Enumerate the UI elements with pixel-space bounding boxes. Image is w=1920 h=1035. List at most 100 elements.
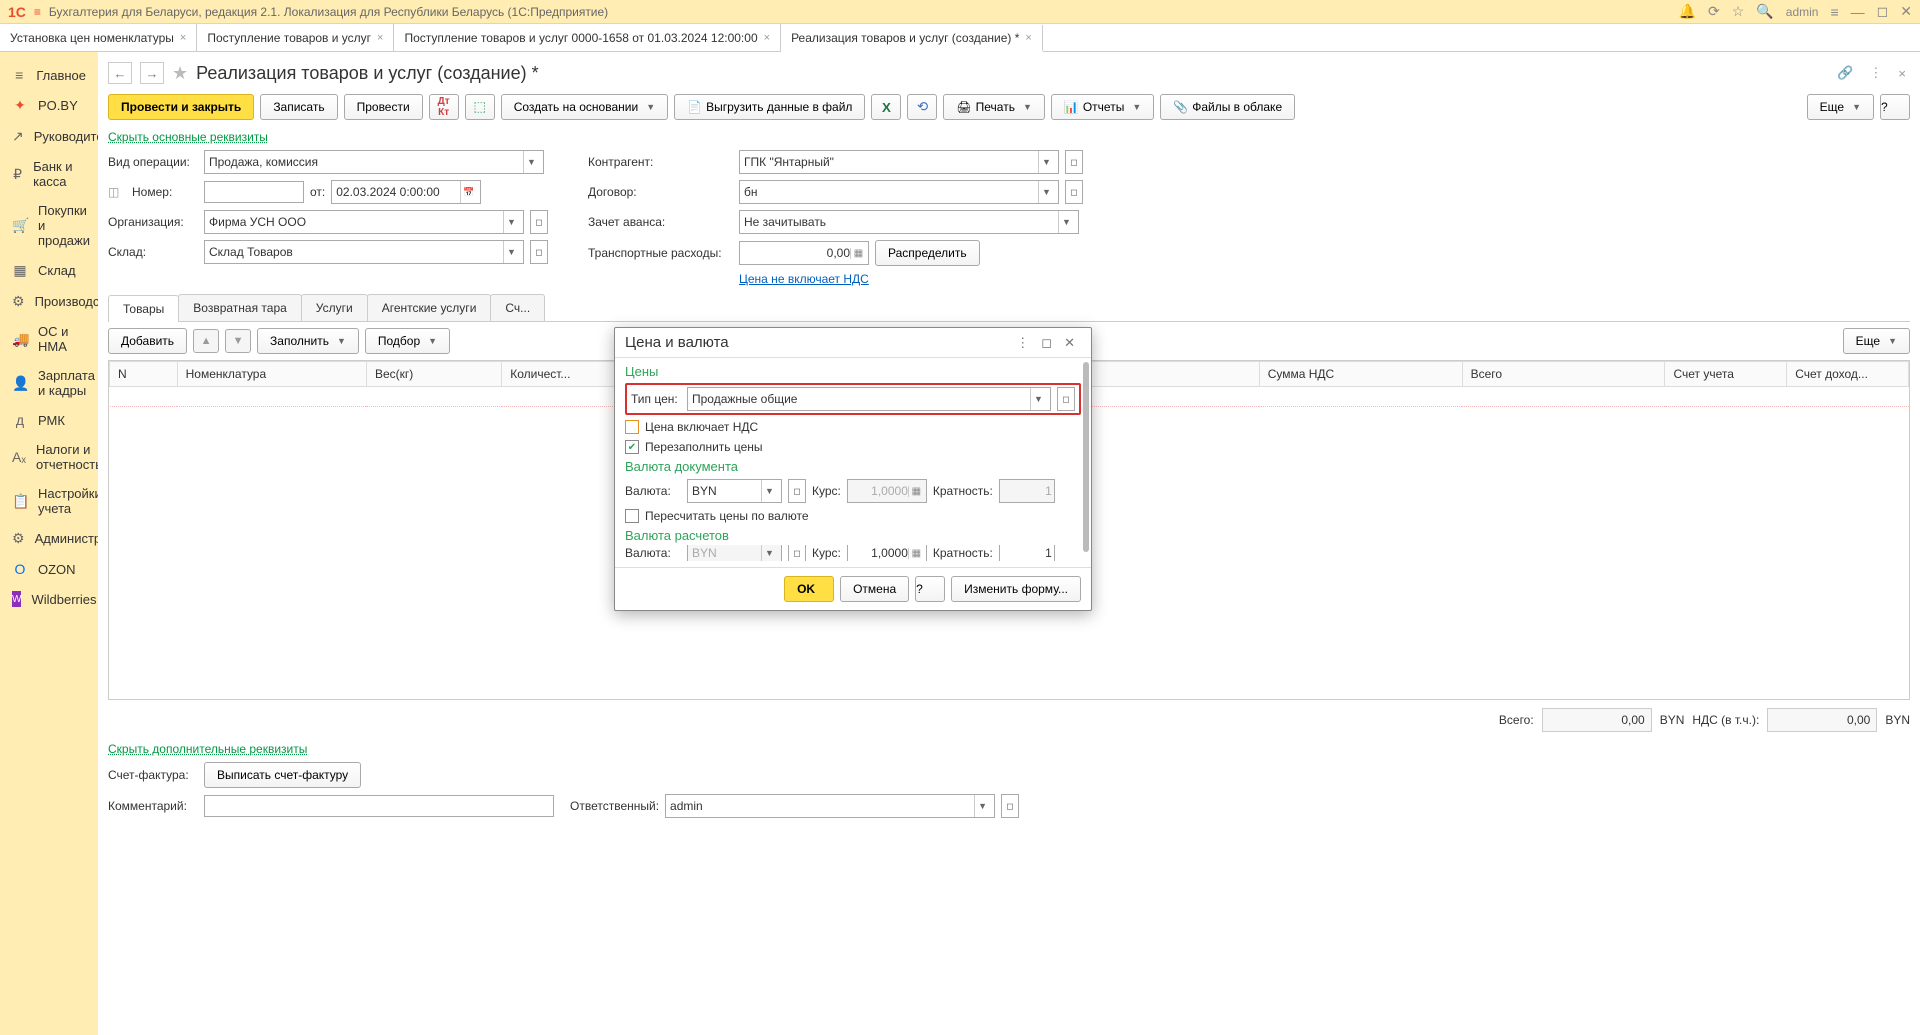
- cloud-files-button[interactable]: 📎Файлы в облаке: [1160, 94, 1295, 120]
- modal-help-button[interactable]: ?: [915, 576, 945, 602]
- chevron-down-icon[interactable]: ▼: [1038, 181, 1054, 203]
- subtoolbar-more-button[interactable]: Еще▼: [1843, 328, 1910, 354]
- dt-kt-button[interactable]: ДтКт: [429, 94, 459, 120]
- menu-icon[interactable]: ≡: [34, 5, 41, 19]
- nav-forward-button[interactable]: →: [140, 62, 164, 84]
- refresh-button[interactable]: ⟲: [907, 94, 937, 120]
- currency-combo[interactable]: BYN▼: [687, 479, 782, 503]
- export-file-button[interactable]: 📄Выгрузить данные в файл: [674, 94, 865, 120]
- contract-combo[interactable]: бн▼: [739, 180, 1059, 204]
- nav-back-button[interactable]: ←: [108, 62, 132, 84]
- star-icon[interactable]: ☆: [1732, 3, 1745, 20]
- fill-button[interactable]: Заполнить▼: [257, 328, 359, 354]
- calculator-icon[interactable]: ▦: [908, 548, 924, 559]
- calendar-icon[interactable]: 📅: [460, 181, 476, 203]
- open-responsible-button[interactable]: ◻: [1001, 794, 1019, 818]
- date-input[interactable]: 02.03.2024 0:00:00📅: [331, 180, 481, 204]
- bell-icon[interactable]: 🔔: [1679, 3, 1696, 20]
- sidebar-acct-settings[interactable]: 📋Настройки учета: [0, 479, 98, 523]
- tab-0[interactable]: Установка цен номенклатуры×: [0, 24, 197, 51]
- col-account[interactable]: Счет учета: [1665, 362, 1787, 387]
- close-icon[interactable]: ×: [764, 32, 770, 44]
- comment-input[interactable]: [204, 795, 554, 817]
- scrollbar[interactable]: [1083, 362, 1089, 552]
- link-icon[interactable]: 🔗: [1833, 65, 1857, 81]
- structure-button[interactable]: ⬚: [465, 94, 495, 120]
- close-icon[interactable]: ✕: [1900, 3, 1912, 20]
- tab-services[interactable]: Услуги: [301, 294, 368, 321]
- rate2-input[interactable]: 1,0000▦: [847, 545, 927, 561]
- help-button[interactable]: ?: [1880, 94, 1910, 120]
- sidebar-bank[interactable]: ₽Банк и касса: [0, 152, 98, 196]
- save-button[interactable]: Записать: [260, 94, 337, 120]
- open-price-type-button[interactable]: ◻: [1057, 387, 1075, 411]
- number-input[interactable]: [204, 181, 304, 203]
- chevron-down-icon[interactable]: ▼: [1058, 211, 1074, 233]
- sidebar-production[interactable]: ⚙Производство: [0, 286, 98, 317]
- close-icon[interactable]: ×: [1025, 32, 1031, 44]
- sidebar-tax[interactable]: AₓНалоги и отчетность: [0, 435, 98, 479]
- create-based-button[interactable]: Создать на основании▼: [501, 94, 668, 120]
- search-icon[interactable]: 🔍: [1756, 3, 1773, 20]
- pick-button[interactable]: Подбор▼: [365, 328, 450, 354]
- sidebar-sales[interactable]: 🛒Покупки и продажи: [0, 196, 98, 255]
- open-counterparty-button[interactable]: ◻: [1065, 150, 1083, 174]
- close-page-icon[interactable]: ×: [1894, 66, 1910, 81]
- modal-more-button[interactable]: ⋮: [1010, 335, 1035, 351]
- col-income-account[interactable]: Счет доход...: [1787, 362, 1909, 387]
- chevron-down-icon[interactable]: ▼: [761, 480, 777, 502]
- sidebar-wb[interactable]: WWildberries: [0, 584, 98, 614]
- sidebar-ozon[interactable]: OOZON: [0, 554, 98, 584]
- price-includes-vat-checkbox[interactable]: Цена включает НДС: [625, 417, 1081, 437]
- distribute-button[interactable]: Распределить: [875, 240, 980, 266]
- sidebar-hr[interactable]: 👤Зарплата и кадры: [0, 361, 98, 405]
- counterparty-combo[interactable]: ГПК "Янтарный"▼: [739, 150, 1059, 174]
- advance-combo[interactable]: Не зачитывать▼: [739, 210, 1079, 234]
- modal-cancel-button[interactable]: Отмена: [840, 576, 909, 602]
- tab-accounts[interactable]: Сч...: [490, 294, 545, 321]
- open-currency-button[interactable]: ◻: [788, 479, 806, 503]
- refill-prices-checkbox[interactable]: ✔ Перезаполнить цены: [625, 437, 1081, 457]
- responsible-combo[interactable]: admin▼: [665, 794, 995, 818]
- settings-icon[interactable]: ≡: [1830, 4, 1838, 20]
- more-icon[interactable]: ⋮: [1865, 65, 1886, 81]
- minimize-icon[interactable]: —: [1851, 4, 1865, 20]
- org-combo[interactable]: Фирма УСН ООО▼: [204, 210, 524, 234]
- op-type-combo[interactable]: Продажа, комиссия▼: [204, 150, 544, 174]
- calculator-icon[interactable]: ▦: [850, 248, 866, 259]
- open-contract-button[interactable]: ◻: [1065, 180, 1083, 204]
- close-icon[interactable]: ×: [377, 32, 383, 44]
- post-button[interactable]: Провести: [344, 94, 423, 120]
- chevron-down-icon[interactable]: ▼: [503, 211, 519, 233]
- sidebar-poby[interactable]: ✦PO.BY: [0, 90, 98, 121]
- excel-button[interactable]: X: [871, 94, 901, 120]
- tab-goods[interactable]: Товары: [108, 295, 179, 322]
- col-n[interactable]: N: [110, 362, 178, 387]
- vat-mode-link[interactable]: Цена не включает НДС: [739, 272, 869, 286]
- move-down-button[interactable]: ▼: [225, 329, 251, 353]
- history-icon[interactable]: ⟳: [1708, 3, 1720, 20]
- tab-3[interactable]: Реализация товаров и услуг (создание) *×: [781, 25, 1043, 52]
- hide-extra-link[interactable]: Скрыть дополнительные реквизиты: [108, 740, 1910, 758]
- close-icon[interactable]: ×: [180, 32, 186, 44]
- tab-1[interactable]: Поступление товаров и услуг×: [197, 24, 394, 51]
- transport-amount-input[interactable]: 0,00▦: [739, 241, 869, 265]
- col-weight[interactable]: Вес(кг): [366, 362, 501, 387]
- chevron-down-icon[interactable]: ▼: [974, 795, 990, 817]
- tab-2[interactable]: Поступление товаров и услуг 0000-1658 от…: [394, 24, 781, 51]
- col-sum-vat[interactable]: Сумма НДС: [1259, 362, 1462, 387]
- modal-ok-button[interactable]: OK: [784, 576, 834, 602]
- post-close-button[interactable]: Провести и закрыть: [108, 94, 254, 120]
- move-up-button[interactable]: ▲: [193, 329, 219, 353]
- sidebar-warehouse[interactable]: ▦Склад: [0, 255, 98, 286]
- more-button[interactable]: Еще▼: [1807, 94, 1874, 120]
- add-row-button[interactable]: Добавить: [108, 328, 187, 354]
- write-invoice-button[interactable]: Выписать счет-фактуру: [204, 762, 361, 788]
- maximize-icon[interactable]: ◻: [1877, 3, 1889, 20]
- open-warehouse-button[interactable]: ◻: [530, 240, 548, 264]
- chevron-down-icon[interactable]: ▼: [1030, 388, 1046, 410]
- chevron-down-icon[interactable]: ▼: [1038, 151, 1054, 173]
- open-currency2-button[interactable]: ◻: [788, 545, 806, 561]
- user-label[interactable]: admin: [1786, 5, 1819, 19]
- hide-main-link[interactable]: Скрыть основные реквизиты: [108, 128, 1910, 146]
